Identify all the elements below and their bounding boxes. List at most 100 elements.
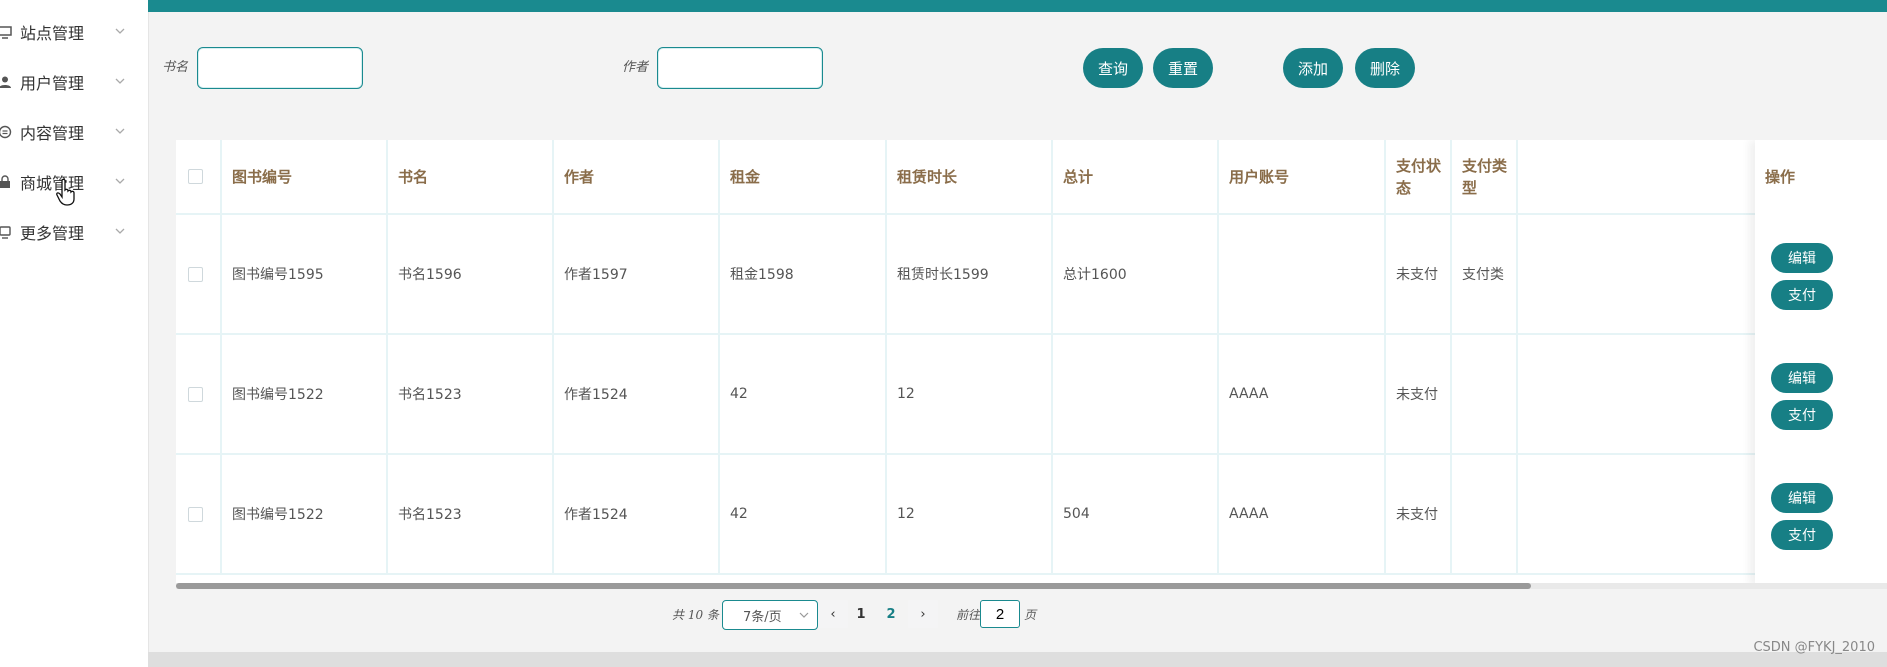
- table-row: 图书编号1522 书名1523 作者1524 42 12 504 AAAA 未支…: [176, 455, 1887, 575]
- action-column: 操作 编辑 支付 编辑 支付 编辑 支付: [1755, 140, 1887, 586]
- table-cell: 12: [887, 455, 1053, 573]
- page-size-select[interactable]: 7条/页: [722, 600, 818, 630]
- user-icon: [0, 75, 12, 89]
- row-checkbox[interactable]: [188, 386, 203, 402]
- chevron-down-icon: [115, 178, 125, 184]
- column-header[interactable]: 总计: [1053, 140, 1219, 213]
- chevron-down-icon: [115, 228, 125, 234]
- table-cell: 未支付: [1386, 215, 1452, 333]
- chevron-down-icon: [799, 612, 809, 618]
- column-header[interactable]: 图书编号: [222, 140, 388, 213]
- next-page-button[interactable]: ›: [908, 600, 938, 628]
- prev-page-button[interactable]: ‹: [818, 600, 848, 628]
- row-select-cell: [176, 335, 222, 453]
- goto-page-input[interactable]: [980, 600, 1020, 628]
- table-cell: 作者1524: [554, 455, 720, 573]
- column-header[interactable]: 租金: [720, 140, 887, 213]
- top-bar: [148, 0, 1887, 12]
- table-cell: 支付类: [1452, 215, 1518, 333]
- page-size-value: 7条/页: [743, 609, 782, 625]
- sidebar-item-label: 更多管理: [20, 224, 85, 243]
- table-cell: 42: [720, 335, 887, 453]
- title-search-label: 书名: [162, 60, 189, 75]
- monitor-icon: [0, 25, 12, 39]
- chevron-down-icon: [115, 28, 125, 34]
- page-number-2[interactable]: 2: [876, 600, 906, 628]
- goto-prefix-text: 前往: [956, 608, 981, 622]
- sidebar-item-label: 用户管理: [20, 74, 85, 93]
- column-header[interactable]: 用户账号: [1219, 140, 1386, 213]
- window-icon: [0, 225, 12, 239]
- edit-button[interactable]: 编辑: [1771, 363, 1833, 393]
- column-header[interactable]: 支付类型: [1452, 140, 1518, 213]
- add-button[interactable]: 添加: [1283, 48, 1343, 88]
- select-all-cell: [176, 140, 222, 213]
- column-header[interactable]: 租赁时长: [887, 140, 1053, 213]
- sidebar-item-content[interactable]: 内容管理: [0, 112, 148, 152]
- table-cell: [1053, 335, 1219, 453]
- table-cell: [1219, 215, 1386, 333]
- table-cell: 12: [887, 335, 1053, 453]
- table-cell: [1452, 455, 1518, 573]
- row-select-cell: [176, 455, 222, 573]
- delete-button[interactable]: 删除: [1355, 48, 1415, 88]
- table-cell: [1452, 335, 1518, 453]
- column-header[interactable]: 书名: [388, 140, 554, 213]
- total-count-text: 共 10 条: [672, 608, 719, 622]
- chevron-down-icon: [115, 78, 125, 84]
- footer-bar: [148, 652, 1887, 667]
- sidebar-item-site[interactable]: 站点管理: [0, 12, 148, 52]
- edit-button[interactable]: 编辑: [1771, 483, 1833, 513]
- sidebar-item-label: 内容管理: [20, 124, 85, 143]
- table-cell: 图书编号1522: [222, 455, 388, 573]
- action-header: 操作: [1765, 168, 1796, 186]
- table-row: 图书编号1522 书名1523 作者1524 42 12 AAAA 未支付: [176, 335, 1887, 455]
- table-cell: 未支付: [1386, 455, 1452, 573]
- query-button[interactable]: 查询: [1083, 48, 1143, 88]
- table-cell: 租赁时长1599: [887, 215, 1053, 333]
- author-search-input[interactable]: [657, 47, 823, 89]
- edit-button[interactable]: 编辑: [1771, 243, 1833, 273]
- page-number-1[interactable]: 1: [846, 600, 876, 628]
- table-cell: 作者1597: [554, 215, 720, 333]
- data-table: 图书编号 书名 作者 租金 租赁时长 总计 用户账号 支付状态 支付类型 图书编…: [176, 140, 1887, 586]
- table-cell: 书名1596: [388, 215, 554, 333]
- row-checkbox[interactable]: [188, 266, 203, 282]
- table-header-row: 图书编号 书名 作者 租金 租赁时长 总计 用户账号 支付状态 支付类型: [176, 140, 1887, 215]
- row-select-cell: [176, 215, 222, 333]
- table-cell: AAAA: [1219, 455, 1386, 573]
- main-content: 书名 作者 查询 重置 添加 删除 图书编号 书名 作者 租金 租赁时长 总计 …: [148, 12, 1887, 652]
- pay-button[interactable]: 支付: [1771, 400, 1833, 430]
- select-all-checkbox[interactable]: [188, 169, 203, 184]
- column-header[interactable]: 作者: [554, 140, 720, 213]
- pay-button[interactable]: 支付: [1771, 280, 1833, 310]
- table-cell: 42: [720, 455, 887, 573]
- column-header[interactable]: 支付状态: [1386, 140, 1452, 213]
- title-search-input[interactable]: [197, 47, 363, 89]
- chevron-down-icon: [115, 128, 125, 134]
- message-icon: [0, 125, 12, 139]
- horizontal-scrollbar-thumb[interactable]: [176, 583, 1531, 589]
- table-cell: 书名1523: [388, 335, 554, 453]
- table-cell: 租金1598: [720, 215, 887, 333]
- lock-icon: [0, 175, 12, 189]
- row-checkbox[interactable]: [188, 506, 203, 522]
- table-cell: 未支付: [1386, 335, 1452, 453]
- table-cell: AAAA: [1219, 335, 1386, 453]
- pay-button[interactable]: 支付: [1771, 520, 1833, 550]
- sidebar-item-users[interactable]: 用户管理: [0, 62, 148, 102]
- table-cell: 总计1600: [1053, 215, 1219, 333]
- table-cell: 书名1523: [388, 455, 554, 573]
- table-row: 图书编号1595 书名1596 作者1597 租金1598 租赁时长1599 总…: [176, 215, 1887, 335]
- table-cell: 作者1524: [554, 335, 720, 453]
- hand-cursor-icon: [56, 178, 75, 206]
- sidebar: 站点管理 用户管理 内容管理 商城管理 更多管理: [0, 0, 149, 667]
- sidebar-item-label: 站点管理: [20, 24, 85, 43]
- watermark-text: CSDN @FYKJ_2010: [1753, 640, 1875, 655]
- table-cell: 图书编号1522: [222, 335, 388, 453]
- author-search-label: 作者: [622, 60, 649, 75]
- sidebar-item-more[interactable]: 更多管理: [0, 212, 148, 252]
- table-cell: 504: [1053, 455, 1219, 573]
- reset-button[interactable]: 重置: [1153, 48, 1213, 88]
- goto-suffix-text: 页: [1024, 608, 1037, 622]
